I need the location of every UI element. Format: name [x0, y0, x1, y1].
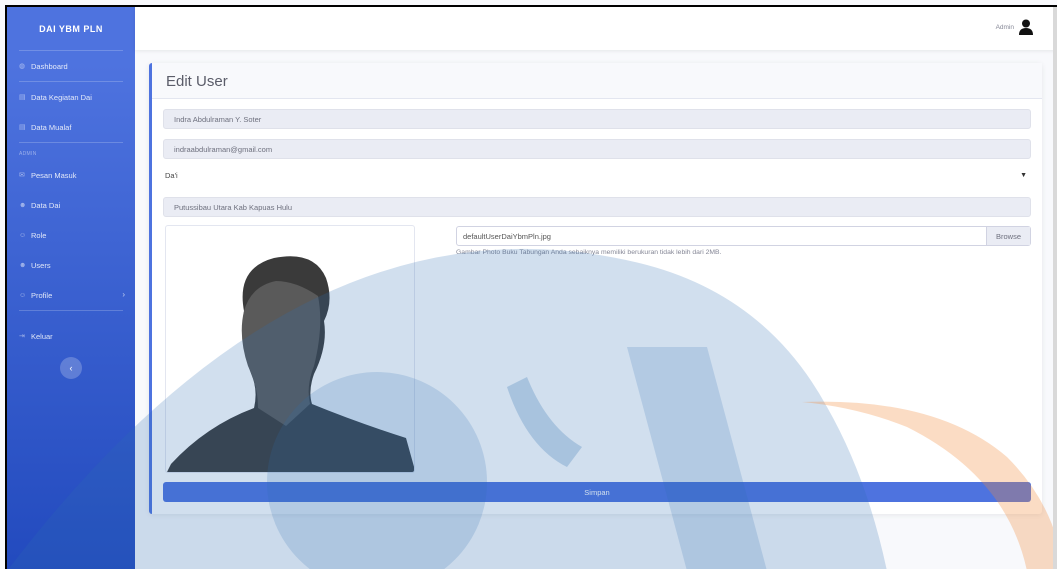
- sidebar-item-data-kegiatan-dai[interactable]: ▤ Data Kegiatan Dai: [7, 82, 135, 112]
- sidebar-divider: [19, 310, 123, 311]
- photo-file-input[interactable]: defaultUserDaiYbmPln.jpg Browse: [456, 226, 1031, 246]
- browse-button[interactable]: Browse: [986, 227, 1030, 245]
- dashboard-icon: ◍: [19, 63, 26, 70]
- envelope-icon: ✉: [19, 172, 25, 179]
- page-title: Edit User: [152, 63, 1042, 99]
- page-scrollbar[interactable]: [1053, 7, 1057, 569]
- chevron-right-icon: ›: [122, 290, 125, 299]
- sidebar-item-label: Pesan Masuk: [31, 170, 77, 180]
- file-name: defaultUserDaiYbmPln.jpg: [463, 232, 551, 241]
- user-icon: ☺: [19, 291, 27, 299]
- sidebar-item-users[interactable]: ☻ Users: [7, 250, 135, 280]
- sidebar-item-pesan-masuk[interactable]: ✉ Pesan Masuk: [7, 160, 135, 190]
- table-icon: ▤: [19, 124, 26, 131]
- sidebar-item-profile[interactable]: ☺ Profile ›: [7, 280, 135, 310]
- sidebar-item-label: Data Kegiatan Dai: [31, 92, 92, 102]
- user-avatar-icon: [1019, 19, 1033, 35]
- sidebar-item-label: Profile: [31, 290, 53, 300]
- sidebar: DAI YBM PLN ◍ Dashboard ▤ Data Kegiatan Da…: [7, 7, 135, 569]
- default-avatar-image: [167, 256, 414, 472]
- brand-logo[interactable]: DAI YBM PLN: [7, 7, 135, 50]
- sidebar-item-dashboard[interactable]: ◍ Dashboard: [7, 51, 135, 81]
- sidebar-item-label: Dashboard: [31, 61, 68, 71]
- simpan-button[interactable]: Simpan: [163, 482, 1031, 502]
- address-field[interactable]: Putussibau Utara Kab Kapuas Hulu: [163, 197, 1031, 217]
- sidebar-item-label: Users: [31, 260, 51, 270]
- app-window: DAI YBM PLN ◍ Dashboard ▤ Data Kegiatan Da…: [5, 5, 1057, 569]
- sidebar-item-data-mualaf[interactable]: ▤ Data Mualaf: [7, 112, 135, 142]
- file-help-text: Gambar Photo Buku Tabungan Anda sebaikny…: [456, 249, 722, 256]
- users-icon: ☻: [19, 201, 27, 209]
- sidebar-item-label: Keluar: [31, 331, 53, 341]
- sidebar-item-label: Role: [31, 230, 47, 240]
- table-icon: ▤: [19, 94, 26, 101]
- sign-out-icon: ⇥: [19, 333, 25, 340]
- sidebar-item-data-dai[interactable]: ☻ Data Dai: [7, 190, 135, 220]
- user-menu[interactable]: Admin: [996, 19, 1033, 35]
- name-field[interactable]: Indra Abdulraman Y. Soter: [163, 109, 1031, 129]
- sidebar-item-label: Data Mualaf: [31, 122, 72, 132]
- role-select-value: Da'i: [165, 171, 178, 180]
- users-icon: ☻: [19, 261, 27, 269]
- sidebar-item-keluar[interactable]: ⇥ Keluar: [7, 321, 135, 351]
- user-name: Admin: [995, 23, 1014, 31]
- sidebar-toggle-button[interactable]: ‹: [60, 357, 82, 379]
- sidebar-item-role[interactable]: ☺ Role: [7, 220, 135, 250]
- sidebar-item-label: Data Dai: [31, 200, 61, 210]
- user-icon: ☺: [19, 231, 27, 239]
- email-field[interactable]: indraabdulraman@gmail.com: [163, 139, 1031, 159]
- caret-down-icon: ▼: [1020, 172, 1027, 179]
- edit-user-card: Edit User Indra Abdulraman Y. Soter indr…: [149, 63, 1042, 514]
- role-select[interactable]: Da'i ▼: [163, 166, 1031, 186]
- sidebar-heading: ADMIN: [19, 151, 37, 157]
- profile-photo: [165, 225, 415, 473]
- topbar: Admin: [135, 7, 1057, 50]
